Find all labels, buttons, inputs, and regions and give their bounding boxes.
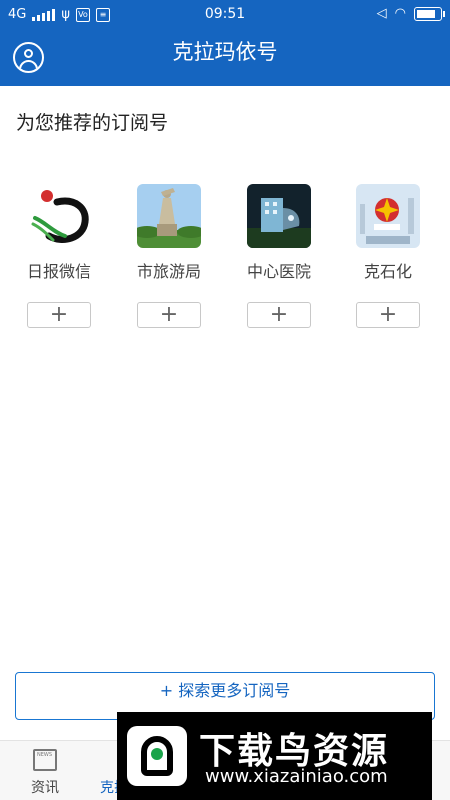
page-title: 克拉玛依号 — [172, 40, 278, 64]
statue-logo-icon — [137, 184, 201, 248]
petrochina-logo-icon — [356, 184, 420, 248]
watermark-overlay: 下载鸟资源 www.xiazainiao.com — [117, 712, 432, 800]
section-title: 为您推荐的订阅号 — [16, 112, 169, 134]
subscription-name: 日报微信 — [26, 262, 91, 281]
battery-icon — [414, 6, 445, 21]
add-subscription-button[interactable]: + — [356, 302, 420, 328]
app-header: 4G ψ Vo ≡ 09:51 ◁ ◠ 克拉玛依号 — [0, 0, 450, 86]
add-subscription-button[interactable]: + — [137, 302, 201, 328]
subscription-name: 市旅游局 — [136, 262, 201, 281]
subscription-name: 克石化 — [363, 262, 412, 281]
subscription-item-tourism[interactable]: 市旅游局 + — [119, 184, 219, 328]
wifi-icon: ◠ — [394, 6, 406, 21]
subscription-item-petrochemical[interactable]: 克石化 + — [338, 184, 438, 328]
news-icon: NEWS — [33, 749, 57, 771]
bird-logo-icon — [127, 726, 187, 786]
tab-news[interactable]: NEWS 资讯 — [0, 741, 90, 800]
status-bar: 4G ψ Vo ≡ 09:51 ◁ ◠ — [0, 0, 450, 30]
hospital-logo-icon — [247, 184, 311, 248]
mute-icon: ◁ — [376, 6, 387, 21]
add-subscription-button[interactable]: + — [27, 302, 91, 328]
status-right: ◁ ◠ — [376, 6, 445, 21]
subscription-name: 中心医院 — [246, 262, 311, 281]
watermark-url: www.xiazainiao.com — [205, 766, 388, 787]
ribao-logo-icon — [27, 184, 91, 248]
add-subscription-button[interactable]: + — [247, 302, 311, 328]
tab-label: 资讯 — [31, 780, 59, 796]
subscription-item-hospital[interactable]: 中心医院 + — [229, 184, 329, 328]
subscription-item-ribao[interactable]: 日报微信 + — [9, 184, 109, 328]
